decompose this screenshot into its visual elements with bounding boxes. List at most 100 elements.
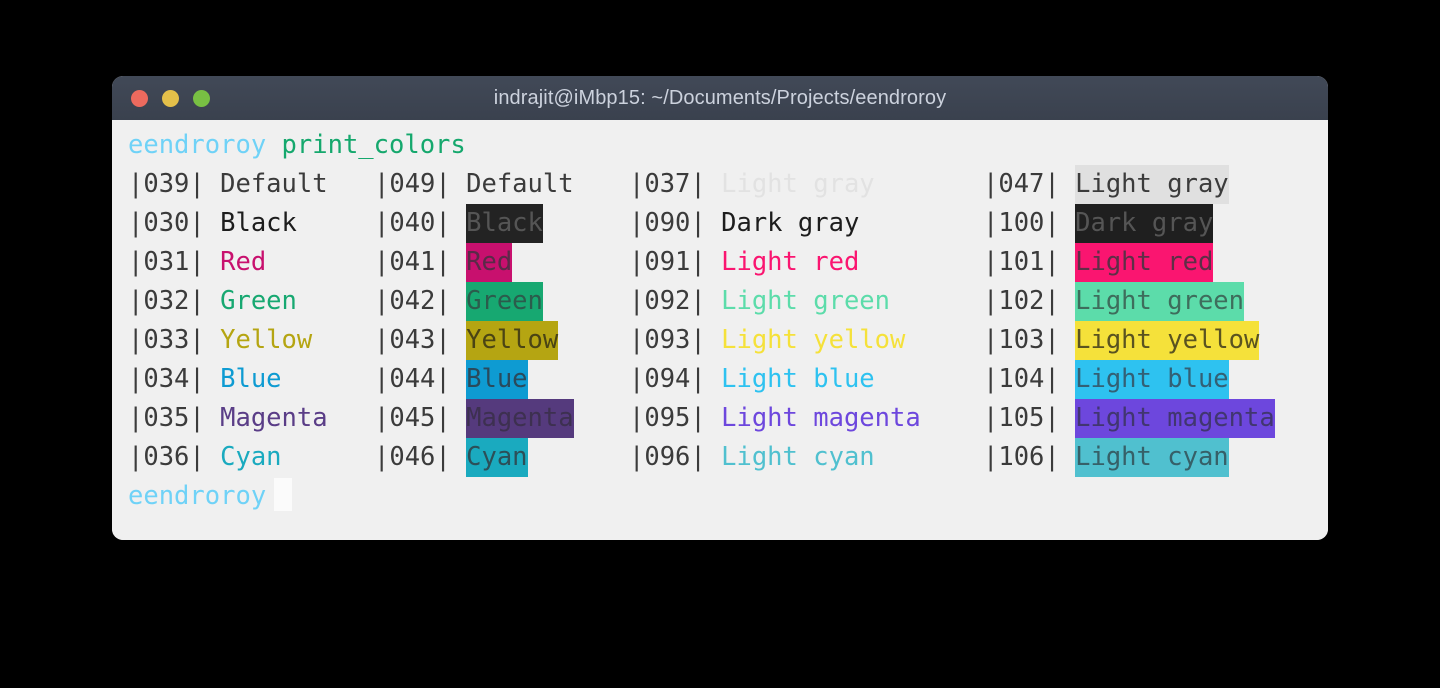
- color-code: |047|: [983, 169, 1060, 199]
- color-swatch-label: Magenta: [220, 403, 328, 433]
- color-code: |045|: [374, 403, 451, 433]
- color-column-foreground-normal: |039| Default |030| Black |031| Red |032| G…: [128, 165, 328, 477]
- color-row: |095| Light magenta: [629, 399, 921, 438]
- color-code: |101|: [983, 247, 1060, 277]
- color-code: |034|: [128, 364, 205, 394]
- color-swatch-label: Light blue: [1075, 360, 1229, 399]
- color-swatch-label: Light blue: [721, 364, 875, 394]
- color-column-foreground-bright: |037| Light gray |090| Dark gray |091| Lig…: [629, 165, 921, 477]
- color-row: |042| Green: [374, 282, 574, 321]
- color-code: |104|: [983, 364, 1060, 394]
- color-code: |093|: [629, 325, 706, 355]
- window-title: indrajit@iMbp15: ~/Documents/Projects/ee…: [493, 86, 947, 109]
- color-code: |092|: [629, 286, 706, 316]
- color-row: |036| Cyan: [128, 438, 328, 477]
- color-code: |100|: [983, 208, 1060, 238]
- color-column-background-bright: |047| Light gray |100| Dark gray |101| Lig…: [983, 165, 1275, 477]
- color-row: |035| Magenta: [128, 399, 328, 438]
- color-code: |036|: [128, 442, 205, 472]
- color-row: |106| Light cyan: [983, 438, 1275, 477]
- color-row: |092| Light green: [629, 282, 921, 321]
- shell-command: print_colors: [281, 130, 466, 160]
- color-swatch-label: Magenta: [466, 399, 574, 438]
- color-row: |102| Light green: [983, 282, 1275, 321]
- minimize-button-icon[interactable]: [162, 89, 179, 107]
- color-swatch-label: Light cyan: [721, 442, 875, 472]
- color-row: |040| Black: [374, 204, 574, 243]
- color-swatch-label: Red: [466, 243, 513, 282]
- color-swatch-label: Blue: [220, 364, 282, 394]
- color-row: |101| Light red: [983, 243, 1275, 282]
- color-row: |041| Red: [374, 243, 574, 282]
- color-swatch-label: Black: [220, 208, 297, 238]
- terminal-body[interactable]: eendroroy print_colors |039| Default |030…: [112, 120, 1328, 540]
- color-row: |091| Light red: [629, 243, 921, 282]
- color-row: |090| Dark gray: [629, 204, 921, 243]
- color-swatch-label: Cyan: [466, 438, 528, 477]
- color-code: |102|: [983, 286, 1060, 316]
- color-row: |049| Default: [374, 165, 574, 204]
- color-code: |043|: [374, 325, 451, 355]
- window-titlebar[interactable]: indrajit@iMbp15: ~/Documents/Projects/ee…: [112, 76, 1328, 120]
- color-swatch-label: Default: [466, 169, 574, 199]
- color-code: |095|: [629, 403, 706, 433]
- color-code: |031|: [128, 247, 205, 277]
- color-swatch-label: Light red: [721, 247, 860, 277]
- color-code: |039|: [128, 169, 205, 199]
- color-row: |032| Green: [128, 282, 328, 321]
- text-cursor: [274, 478, 293, 511]
- prompt-line-command: eendroroy print_colors: [128, 126, 466, 165]
- color-row: |046| Cyan: [374, 438, 574, 477]
- color-row: |105| Light magenta: [983, 399, 1275, 438]
- color-row: |047| Light gray: [983, 165, 1275, 204]
- color-swatch-label: Light yellow: [721, 325, 906, 355]
- color-row: |096| Light cyan: [629, 438, 921, 477]
- color-swatch-label: Light green: [721, 286, 891, 316]
- color-row: |043| Yellow: [374, 321, 574, 360]
- shell-prompt: eendroroy: [128, 130, 267, 160]
- color-swatch-label: Black: [466, 204, 543, 243]
- color-row: |045| Magenta: [374, 399, 574, 438]
- color-swatch-label: Light yellow: [1075, 321, 1260, 360]
- color-swatch-label: Dark gray: [721, 208, 860, 238]
- color-code: |035|: [128, 403, 205, 433]
- color-code: |041|: [374, 247, 451, 277]
- color-column-background-normal: |049| Default |040| Black |041| Red |042| G…: [374, 165, 574, 477]
- color-code: |040|: [374, 208, 451, 238]
- color-swatch-label: Default: [220, 169, 328, 199]
- color-swatch-label: Dark gray: [1075, 204, 1214, 243]
- color-code: |033|: [128, 325, 205, 355]
- color-swatch-label: Yellow: [220, 325, 313, 355]
- color-code: |044|: [374, 364, 451, 394]
- color-code: |032|: [128, 286, 205, 316]
- color-row: |039| Default: [128, 165, 328, 204]
- maximize-button-icon[interactable]: [193, 89, 210, 107]
- prompt-line-current[interactable]: eendroroy: [128, 477, 293, 516]
- color-swatch-label: Light gray: [1075, 165, 1229, 204]
- color-swatch-label: Light green: [1075, 282, 1245, 321]
- color-code: |049|: [374, 169, 451, 199]
- color-row: |033| Yellow: [128, 321, 328, 360]
- color-code: |042|: [374, 286, 451, 316]
- color-swatch-label: Light red: [1075, 243, 1214, 282]
- color-code: |090|: [629, 208, 706, 238]
- color-code: |094|: [629, 364, 706, 394]
- terminal-window: indrajit@iMbp15: ~/Documents/Projects/ee…: [112, 76, 1328, 540]
- color-swatch-label: Light gray: [721, 169, 875, 199]
- window-controls: [131, 89, 210, 107]
- color-row: |103| Light yellow: [983, 321, 1275, 360]
- color-swatch-label: Yellow: [466, 321, 559, 360]
- screen: indrajit@iMbp15: ~/Documents/Projects/ee…: [0, 0, 1440, 688]
- color-code: |103|: [983, 325, 1060, 355]
- color-row: |031| Red: [128, 243, 328, 282]
- color-code: |046|: [374, 442, 451, 472]
- color-row: |034| Blue: [128, 360, 328, 399]
- close-button-icon[interactable]: [131, 89, 148, 107]
- color-row: |030| Black: [128, 204, 328, 243]
- color-row: |094| Light blue: [629, 360, 921, 399]
- color-row: |104| Light blue: [983, 360, 1275, 399]
- color-code: |096|: [629, 442, 706, 472]
- color-row: |044| Blue: [374, 360, 574, 399]
- color-code: |030|: [128, 208, 205, 238]
- color-swatch-label: Blue: [466, 360, 528, 399]
